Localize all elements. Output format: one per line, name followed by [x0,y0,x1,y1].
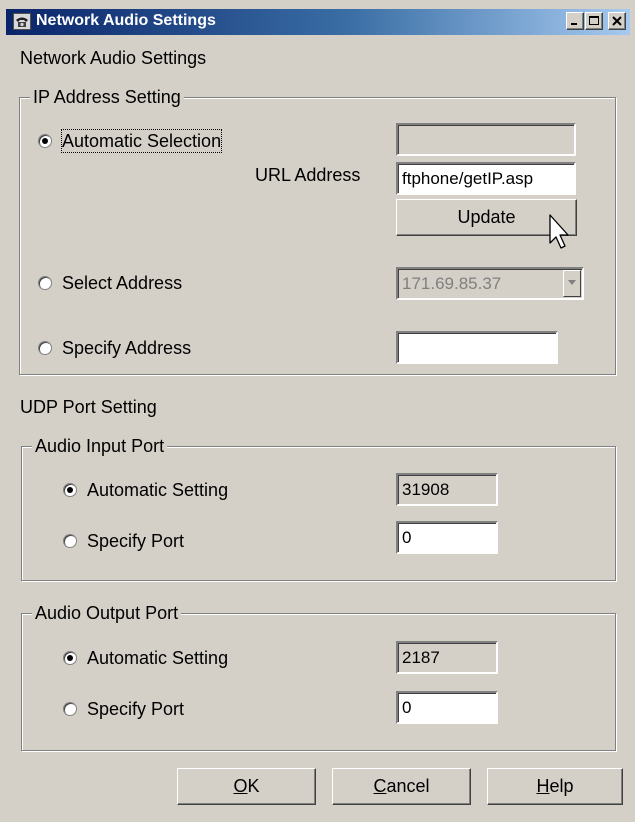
output-specify-label[interactable]: Specify Port [87,698,184,720]
specify-address-radio[interactable]: Specify Address [38,337,191,359]
automatic-ip-display [396,123,576,156]
input-specify-radio[interactable]: Specify Port [63,530,184,552]
ok-label-rest: K [247,776,260,796]
radio-indicator[interactable] [63,651,77,665]
audio-output-group: Audio Output Port [21,602,616,751]
select-address-radio[interactable]: Select Address [38,272,182,294]
input-specify-label[interactable]: Specify Port [87,530,184,552]
output-specify-port-input[interactable]: 0 [396,691,498,724]
window-title: Network Audio Settings [36,12,216,29]
audio-input-group: Audio Input Port [21,435,616,581]
output-automatic-port-display: 2187 [396,641,498,674]
chevron-down-icon [568,280,576,285]
specify-address-label[interactable]: Specify Address [62,337,191,359]
cancel-label-rest: ancel [386,776,430,796]
output-specify-radio[interactable]: Specify Port [63,698,184,720]
dialog-window: Network Audio Settings Network Audio Set… [0,0,635,822]
automatic-selection-label[interactable]: Automatic Selection [60,129,223,153]
dropdown-arrow-button[interactable] [563,270,581,297]
maximize-icon [589,16,599,25]
help-mnemonic: H [536,776,550,796]
automatic-selection-radio[interactable]: Automatic Selection [38,129,223,153]
radio-indicator[interactable] [38,276,52,290]
audio-output-legend: Audio Output Port [32,602,182,624]
help-label-rest: elp [549,776,574,796]
ok-mnemonic: O [233,776,248,796]
output-automatic-radio[interactable]: Automatic Setting [63,647,228,669]
input-specify-port-input[interactable]: 0 [396,521,498,554]
output-automatic-label[interactable]: Automatic Setting [87,647,228,669]
close-icon [612,16,622,26]
ip-address-legend: IP Address Setting [30,86,184,108]
radio-indicator[interactable] [63,702,77,716]
close-button[interactable] [608,12,626,30]
title-bar[interactable]: Network Audio Settings [6,9,630,35]
cancel-mnemonic: C [373,776,387,796]
help-button[interactable]: Help [487,768,623,805]
input-automatic-radio[interactable]: Automatic Setting [63,479,228,501]
specify-address-input[interactable] [396,331,558,364]
select-address-value: 171.69.85.37 [402,274,502,293]
minimize-button[interactable] [566,12,584,30]
cancel-button[interactable]: Cancel [332,768,471,805]
input-automatic-label[interactable]: Automatic Setting [87,479,228,501]
radio-indicator[interactable] [63,483,77,497]
udp-port-heading: UDP Port Setting [20,397,157,417]
audio-input-legend: Audio Input Port [32,435,168,457]
radio-indicator[interactable] [63,534,77,548]
select-address-combo[interactable]: 171.69.85.37 [396,267,584,300]
select-address-label[interactable]: Select Address [62,272,182,294]
dialog-heading: Network Audio Settings [20,48,207,68]
ok-button[interactable]: OK [177,768,316,805]
input-automatic-port-display: 31908 [396,473,498,506]
radio-indicator[interactable] [38,134,52,148]
url-address-label: URL Address [255,165,361,185]
phone-icon[interactable] [13,13,31,30]
minimize-icon [571,23,577,25]
mouse-cursor-icon [549,214,569,249]
radio-indicator[interactable] [38,341,52,355]
maximize-button[interactable] [585,12,603,30]
url-address-input[interactable]: ftphone/getIP.asp [396,162,576,195]
